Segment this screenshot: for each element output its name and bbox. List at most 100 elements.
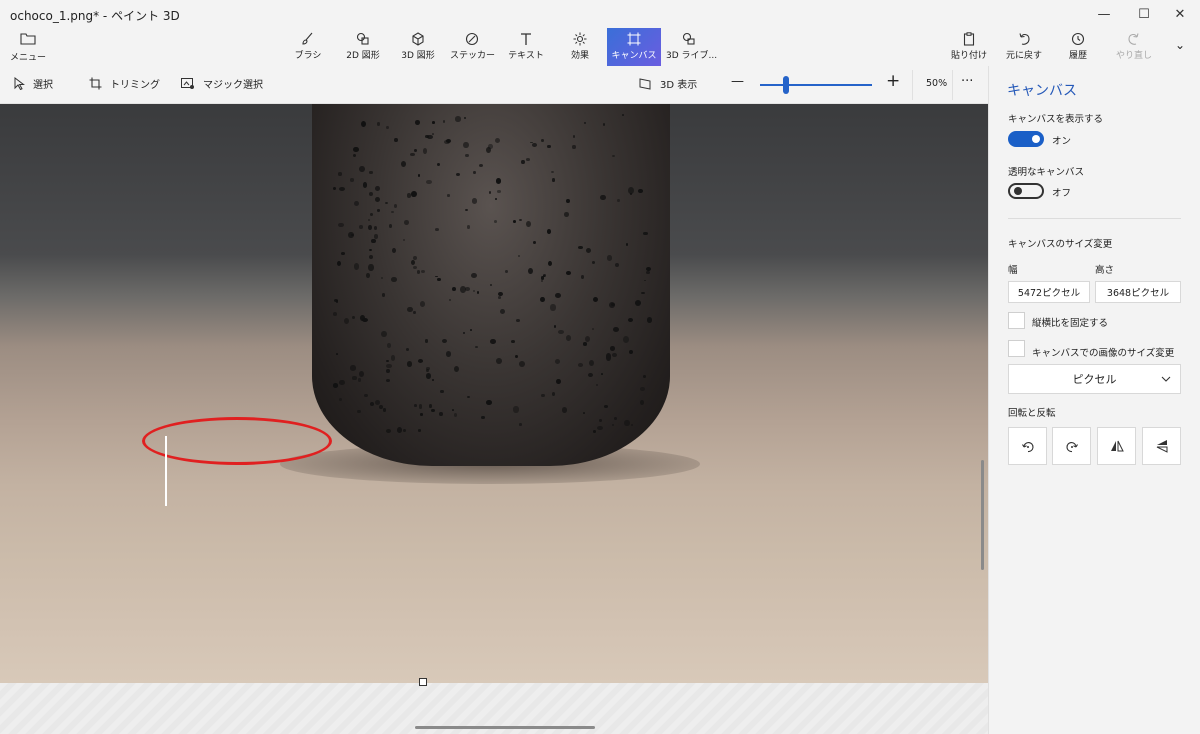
tab-3d-shapes[interactable]: 3D 図形: [396, 28, 440, 66]
history-button[interactable]: 履歴: [1060, 28, 1096, 66]
resize-image-checkbox[interactable]: [1008, 340, 1025, 357]
zoom-out-button[interactable]: —: [731, 74, 744, 89]
cup-speck: [628, 349, 634, 354]
cup-speck: [641, 291, 646, 295]
folder-icon: [20, 33, 36, 45]
close-button[interactable]: ✕: [1160, 0, 1200, 28]
crop-icon: [89, 77, 102, 90]
cup-speck: [386, 368, 390, 373]
flip-horizontal-button[interactable]: [1097, 427, 1136, 465]
cup-speck: [634, 300, 641, 306]
maximize-button[interactable]: ☐: [1124, 0, 1164, 28]
rotate-right-button[interactable]: [1052, 427, 1091, 465]
cup-speck: [422, 148, 427, 154]
magic-select-tool[interactable]: マジック選択: [181, 76, 263, 91]
canvas-area[interactable]: [0, 104, 988, 734]
flip-vertical-button[interactable]: [1142, 427, 1181, 465]
cup-speck: [463, 116, 467, 120]
cup-speck: [494, 198, 498, 201]
cup-speck: [378, 405, 383, 410]
resize-handle[interactable]: [419, 678, 427, 686]
cup-speck: [646, 271, 650, 274]
menu-button[interactable]: メニュー: [6, 30, 50, 64]
minimize-button[interactable]: —: [1084, 0, 1124, 28]
3d-view-icon: [639, 77, 651, 90]
cup-speck: [475, 345, 479, 349]
show-canvas-toggle[interactable]: [1008, 131, 1044, 147]
cup-speck: [582, 412, 586, 415]
redo-button[interactable]: やり直し: [1114, 28, 1154, 66]
cup-speck: [577, 362, 583, 367]
cup-speck: [412, 265, 418, 270]
cup-speck: [532, 143, 537, 148]
cup-speck: [550, 304, 556, 311]
tab-stickers[interactable]: ステッカー: [450, 28, 495, 66]
tab-2d-shapes[interactable]: 2D 図形: [340, 28, 386, 66]
cup-speck: [566, 335, 571, 341]
cup-speck: [617, 198, 620, 202]
cup-speck: [611, 423, 615, 426]
cup-speck: [360, 120, 366, 128]
rotate-left-button[interactable]: [1008, 427, 1047, 465]
cup-speck: [596, 383, 599, 386]
cup-speck: [552, 178, 556, 182]
cup-speck: [353, 146, 359, 153]
tab-brush[interactable]: ブラシ: [288, 28, 328, 66]
cup-speck: [393, 203, 397, 208]
cup-speck: [407, 306, 413, 313]
transparent-canvas-toggle[interactable]: [1008, 183, 1044, 199]
cup-speck: [352, 376, 357, 380]
lock-aspect-checkbox[interactable]: [1008, 312, 1025, 329]
transparent-canvas-label: 透明なキャンバス: [1008, 167, 1085, 178]
view-3d-toggle[interactable]: 3D 表示: [639, 76, 697, 91]
more-options-button[interactable]: ···: [961, 74, 973, 89]
cup-speck: [600, 372, 604, 375]
height-input[interactable]: 3648ピクセル: [1095, 281, 1181, 303]
cup-speck: [364, 393, 369, 397]
cup-speck: [540, 297, 545, 303]
divider: [912, 70, 913, 100]
cup-speck: [442, 119, 446, 123]
cup-speck: [481, 415, 486, 420]
cup-speck: [437, 278, 441, 282]
highlight-ellipse: [142, 417, 332, 465]
cup-speck: [463, 141, 469, 149]
zoom-slider-track[interactable]: [760, 84, 872, 86]
zoom-level[interactable]: 50%: [926, 78, 947, 89]
transparent-canvas-state: オフ: [1052, 188, 1072, 199]
select-tool[interactable]: 選択: [14, 76, 53, 91]
cup-speck: [371, 238, 376, 244]
zoom-in-button[interactable]: +: [886, 71, 900, 91]
cup-speck: [410, 153, 415, 157]
width-input[interactable]: 5472ピクセル: [1008, 281, 1090, 303]
cup-speck: [518, 255, 521, 257]
unit-select[interactable]: ピクセル: [1008, 364, 1181, 394]
tab-text[interactable]: テキスト: [506, 28, 546, 66]
cup-speck: [333, 186, 337, 190]
effects-icon: [573, 32, 587, 46]
cup-speck: [611, 352, 617, 358]
tab-canvas[interactable]: キャンバス: [607, 28, 661, 66]
cup-speck: [453, 365, 460, 373]
undo-button[interactable]: 元に戻す: [1004, 28, 1044, 66]
paste-button[interactable]: 貼り付け: [950, 28, 988, 66]
cup-speck: [407, 361, 413, 367]
zoom-slider-thumb[interactable]: [783, 76, 789, 94]
tab-3d-library[interactable]: 3D ライブ...: [666, 28, 717, 66]
canvas-image[interactable]: [0, 104, 988, 683]
tab-effects[interactable]: 効果: [562, 28, 598, 66]
horizontal-scrollbar[interactable]: [415, 726, 595, 729]
cup-speck: [623, 336, 629, 344]
cup-speck: [341, 251, 346, 255]
cup-speck: [353, 153, 357, 157]
cup-speck: [495, 358, 502, 365]
brush-icon: [302, 32, 313, 45]
cup-speck: [435, 275, 438, 278]
vertical-scrollbar[interactable]: [981, 460, 984, 570]
view-3d-label: 3D 表示: [660, 80, 698, 91]
cup-speck: [425, 373, 432, 379]
crop-tool[interactable]: トリミング: [89, 76, 160, 91]
redo-label: やり直し: [1115, 51, 1152, 61]
cup-speck: [455, 172, 460, 176]
expand-ribbon-button[interactable]: ⌄: [1170, 28, 1190, 66]
